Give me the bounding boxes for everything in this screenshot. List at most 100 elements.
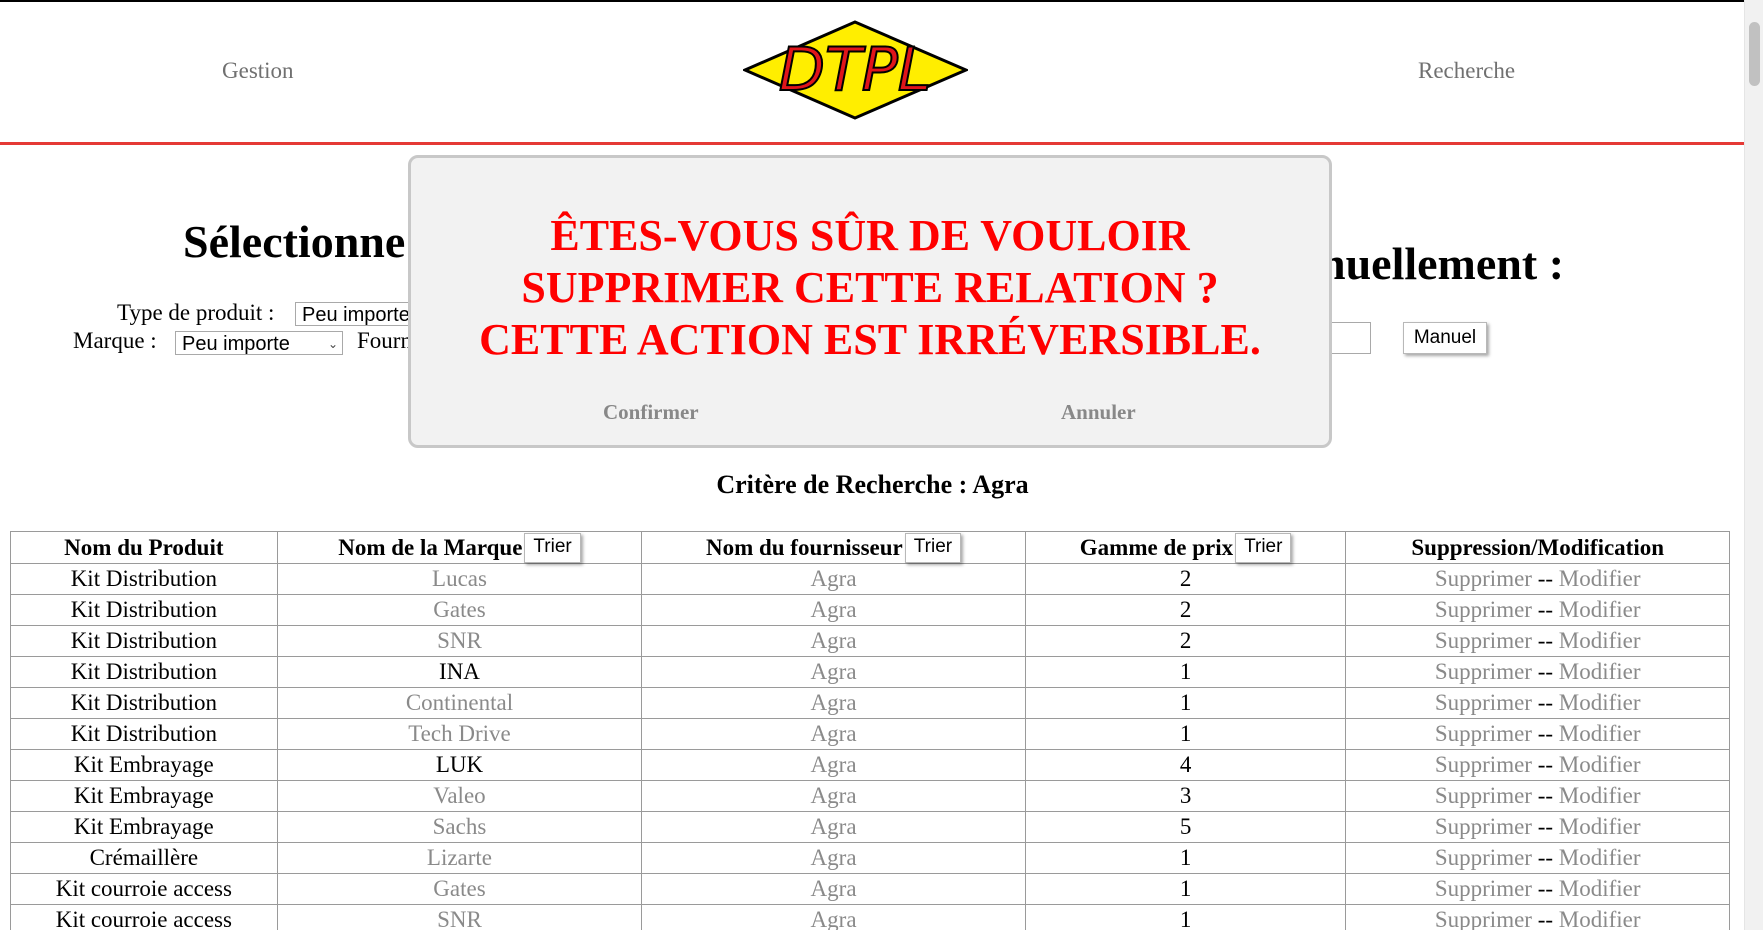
cell-fournisseur-text[interactable]: Agra — [811, 752, 857, 777]
nav-recherche-link[interactable]: Recherche — [1418, 58, 1515, 84]
search-criteria: Critère de Recherche : Agra — [716, 470, 1029, 499]
cell-fournisseur-text[interactable]: Agra — [811, 876, 857, 901]
cell-marque-text[interactable]: SNR — [437, 628, 482, 653]
cell-marque[interactable]: SNR — [276, 904, 643, 930]
marque-value: Peu importe — [182, 333, 290, 355]
cell-gamme-text: 2 — [1179, 597, 1192, 622]
cell-marque-text[interactable]: Gates — [433, 597, 485, 622]
cell-fournisseur[interactable]: Agra — [641, 656, 1026, 688]
manuel-button[interactable]: Manuel — [1403, 322, 1487, 354]
edit-link[interactable]: Modifier — [1559, 628, 1641, 653]
cell-marque-text[interactable]: INA — [439, 659, 480, 684]
cell-fournisseur-text[interactable]: Agra — [811, 690, 857, 715]
delete-link[interactable]: Supprimer — [1435, 845, 1532, 870]
cell-marque-text[interactable]: LUK — [436, 752, 483, 777]
cell-marque[interactable]: Lizarte — [276, 842, 643, 874]
cell-actions: Supprimer -- Modifier — [1345, 563, 1730, 595]
cell-marque[interactable]: INA — [276, 656, 643, 688]
delete-link[interactable]: Supprimer — [1435, 597, 1532, 622]
cell-fournisseur-text[interactable]: Agra — [811, 845, 857, 870]
cell-marque[interactable]: Gates — [276, 873, 643, 905]
edit-link[interactable]: Modifier — [1559, 721, 1641, 746]
delete-link[interactable]: Supprimer — [1435, 783, 1532, 808]
cell-fournisseur[interactable]: Agra — [641, 780, 1026, 812]
table-row: Kit courroie access SNR Agra 1 Supprimer -- … — [10, 904, 1730, 930]
cell-fournisseur[interactable]: Agra — [641, 718, 1026, 750]
cell-marque[interactable]: Sachs — [276, 811, 643, 843]
cell-marque-text[interactable]: Sachs — [433, 814, 487, 839]
type-produit-select[interactable]: Peu importe — [295, 302, 415, 326]
cell-fournisseur[interactable]: Agra — [641, 873, 1026, 905]
cancel-button[interactable]: Annuler — [1061, 400, 1136, 425]
cell-fournisseur-text[interactable]: Agra — [811, 721, 857, 746]
scrollbar-thumb[interactable] — [1749, 22, 1760, 86]
dialog-message-line: SUPPRIMER CETTE RELATION ? — [521, 263, 1219, 312]
edit-link[interactable]: Modifier — [1559, 597, 1641, 622]
cell-marque-text[interactable]: SNR — [437, 907, 482, 930]
cell-marque[interactable]: Lucas — [276, 563, 643, 595]
cell-gamme: 2 — [1024, 594, 1347, 626]
cell-actions: Supprimer -- Modifier — [1345, 873, 1730, 905]
cell-fournisseur-text[interactable]: Agra — [811, 907, 857, 930]
cell-fournisseur[interactable]: Agra — [641, 563, 1026, 595]
cell-marque[interactable]: SNR — [276, 625, 643, 657]
delete-link[interactable]: Supprimer — [1435, 659, 1532, 684]
cell-fournisseur[interactable]: Agra — [641, 904, 1026, 930]
cell-marque[interactable]: LUK — [276, 749, 643, 781]
cell-marque[interactable]: Gates — [276, 594, 643, 626]
cell-fournisseur[interactable]: Agra — [641, 811, 1026, 843]
delete-link[interactable]: Supprimer — [1435, 814, 1532, 839]
edit-link[interactable]: Modifier — [1559, 659, 1641, 684]
nav-gestion-link[interactable]: Gestion — [222, 58, 294, 84]
cell-fournisseur-text[interactable]: Agra — [811, 566, 857, 591]
dialog-message-line: CETTE ACTION EST IRRÉVERSIBLE. — [479, 315, 1261, 364]
sort-fournisseur-button[interactable]: Trier — [904, 532, 962, 563]
cell-fournisseur-text[interactable]: Agra — [811, 783, 857, 808]
delete-link[interactable]: Supprimer — [1435, 690, 1532, 715]
cell-marque[interactable]: Valeo — [276, 780, 643, 812]
delete-link[interactable]: Supprimer — [1435, 907, 1532, 930]
cell-fournisseur-text[interactable]: Agra — [811, 814, 857, 839]
delete-link[interactable]: Supprimer — [1435, 876, 1532, 901]
cell-fournisseur[interactable]: Agra — [641, 842, 1026, 874]
marque-select[interactable]: Peu importe ⌄ — [175, 331, 343, 355]
delete-link[interactable]: Supprimer — [1435, 721, 1532, 746]
edit-link[interactable]: Modifier — [1559, 845, 1641, 870]
dtpl-logo[interactable]: DTPL — [743, 20, 968, 120]
cell-fournisseur[interactable]: Agra — [641, 625, 1026, 657]
edit-link[interactable]: Modifier — [1559, 783, 1641, 808]
cell-fournisseur-text[interactable]: Agra — [811, 597, 857, 622]
header-marque-label: Nom de la Marque — [338, 534, 523, 560]
cell-marque-text[interactable]: Lucas — [432, 566, 487, 591]
edit-link[interactable]: Modifier — [1559, 690, 1641, 715]
edit-link[interactable]: Modifier — [1559, 876, 1641, 901]
delete-link[interactable]: Supprimer — [1435, 752, 1532, 777]
cell-produit: Kit Distribution — [10, 718, 278, 750]
confirm-button[interactable]: Confirmer — [603, 400, 699, 425]
marque-label: Marque : — [73, 328, 157, 353]
cell-fournisseur[interactable]: Agra — [641, 687, 1026, 719]
cell-fournisseur-text[interactable]: Agra — [811, 659, 857, 684]
table-row: Kit courroie access Gates Agra 1 Supprimer -… — [10, 873, 1730, 905]
delete-link[interactable]: Supprimer — [1435, 566, 1532, 591]
sort-marque-button[interactable]: Trier — [524, 532, 581, 563]
cell-marque-text[interactable]: Tech Drive — [408, 721, 510, 746]
cell-marque[interactable]: Tech Drive — [276, 718, 643, 750]
cell-fournisseur[interactable]: Agra — [641, 594, 1026, 626]
edit-link[interactable]: Modifier — [1559, 752, 1641, 777]
vertical-scrollbar[interactable] — [1744, 0, 1763, 930]
cell-marque-text[interactable]: Gates — [433, 876, 485, 901]
cell-marque-text[interactable]: Lizarte — [427, 845, 492, 870]
sort-gamme-button[interactable]: Trier — [1235, 532, 1292, 563]
cell-fournisseur-text[interactable]: Agra — [811, 628, 857, 653]
edit-link[interactable]: Modifier — [1559, 907, 1641, 930]
edit-link[interactable]: Modifier — [1559, 814, 1641, 839]
cell-marque[interactable]: Continental — [276, 687, 643, 719]
edit-link[interactable]: Modifier — [1559, 566, 1641, 591]
cell-fournisseur[interactable]: Agra — [641, 749, 1026, 781]
header-fournisseur: Nom du fournisseur Trier — [641, 531, 1026, 564]
cell-marque-text[interactable]: Continental — [406, 690, 513, 715]
selection-title: Sélectionne — [183, 216, 406, 267]
delete-link[interactable]: Supprimer — [1435, 628, 1532, 653]
cell-marque-text[interactable]: Valeo — [433, 783, 485, 808]
